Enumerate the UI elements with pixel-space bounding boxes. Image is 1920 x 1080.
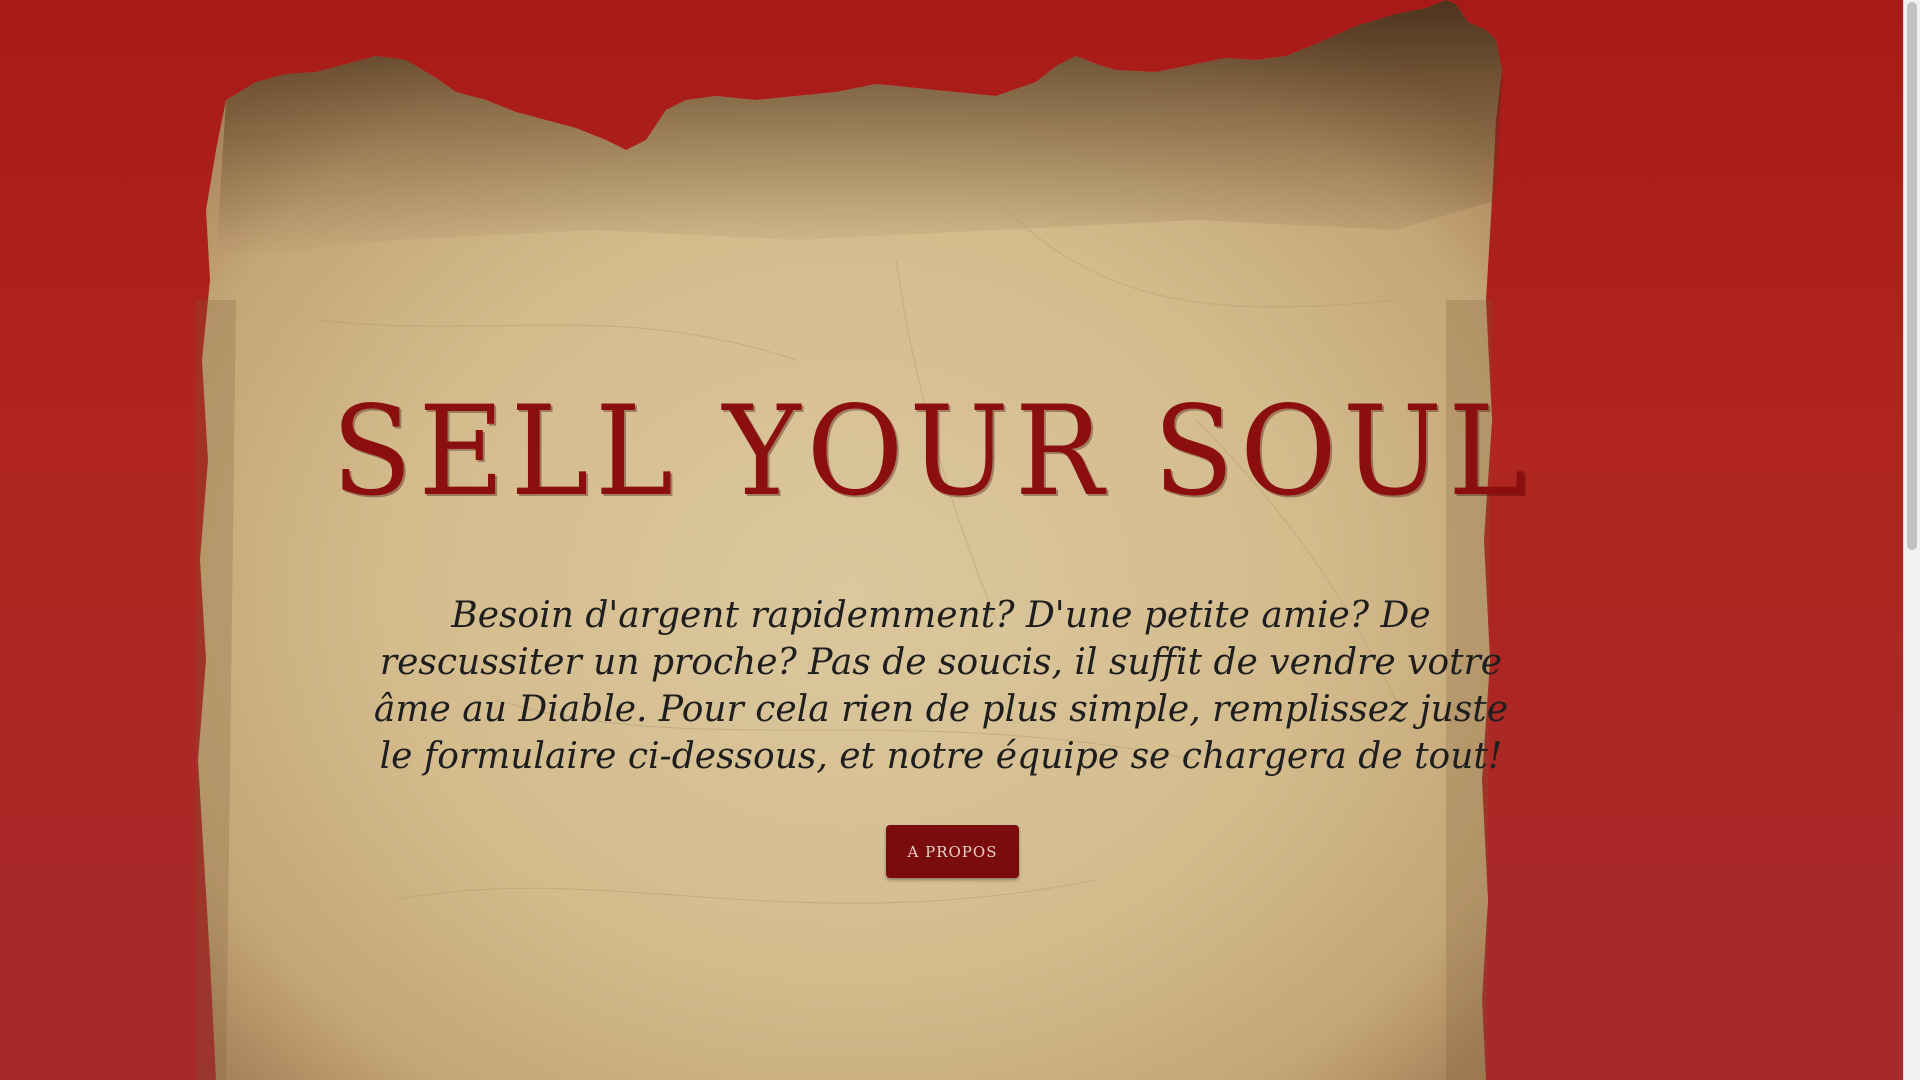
page-title: SELL YOUR SOUL <box>331 378 1533 524</box>
hero-description: Besoin d'argent rapidemment? D'une petit… <box>373 595 1509 777</box>
about-button[interactable]: A PROPOS <box>886 825 1019 878</box>
parchment-background: SELL YOUR SOUL Besoin d'argent rapidemme… <box>196 0 1668 1080</box>
vertical-scrollbar[interactable] <box>1903 0 1920 1080</box>
hero-section: SELL YOUR SOUL Besoin d'argent rapidemme… <box>196 0 1668 1080</box>
scrollbar-thumb[interactable] <box>1907 2 1917 550</box>
